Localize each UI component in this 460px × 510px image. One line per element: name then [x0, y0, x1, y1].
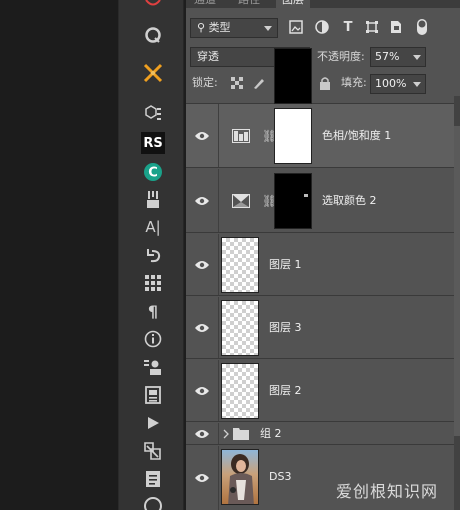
- smart-object-filter-icon[interactable]: [388, 19, 404, 35]
- layer-row[interactable]: 图层 1: [186, 234, 454, 296]
- lock-label: 锁定:: [192, 76, 218, 89]
- layer-filter-label: 类型: [208, 21, 231, 34]
- layer-thumbnail[interactable]: [221, 363, 259, 419]
- layer-name[interactable]: 选取颜色 2: [322, 194, 377, 208]
- brush-crossed-icon[interactable]: [142, 62, 164, 84]
- eye-icon[interactable]: [186, 423, 219, 444]
- layer-mask-thumbnail[interactable]: [274, 173, 312, 229]
- layer-thumbnail[interactable]: [221, 237, 259, 293]
- fill-input[interactable]: 100%: [370, 74, 426, 94]
- svg-text:C: C: [148, 166, 158, 181]
- canvas-area[interactable]: [0, 0, 118, 510]
- hue-saturation-icon: [232, 129, 250, 143]
- clone-source-icon[interactable]: [142, 356, 164, 378]
- layer-mask-thumbnail: [274, 48, 312, 104]
- photoshop-workspace: RS C A| ¶ ⚲ 类型 T 穿透 不透明度: 57% 锁定: 填充: 10…: [0, 0, 460, 510]
- eye-icon[interactable]: [186, 360, 219, 421]
- play-icon[interactable]: [142, 412, 164, 434]
- lock-image-pixels-icon[interactable]: [252, 76, 266, 90]
- eye-icon[interactable]: [186, 169, 219, 232]
- link-icon[interactable]: ⛓: [262, 194, 277, 208]
- panel-tabs: 通道 路径 图层: [186, 0, 460, 8]
- cube-list-icon[interactable]: [142, 102, 164, 124]
- eye-icon[interactable]: [186, 234, 219, 295]
- chevron-down-icon[interactable]: [413, 55, 421, 60]
- layer-mask-thumbnail[interactable]: [274, 108, 312, 164]
- eye-icon[interactable]: [186, 104, 219, 167]
- brushes-icon[interactable]: [142, 188, 164, 210]
- lock-transparent-pixels-icon[interactable]: [230, 76, 244, 90]
- eye-icon[interactable]: [186, 446, 219, 510]
- chevron-down-icon: [264, 26, 272, 31]
- type-filter-icon[interactable]: T: [340, 19, 356, 35]
- selective-color-icon: [232, 194, 250, 208]
- link-icon[interactable]: ⛓: [262, 129, 277, 143]
- pixel-filter-icon[interactable]: [288, 19, 304, 35]
- shape-filter-icon[interactable]: [364, 19, 380, 35]
- layers-list: ⛓ 色相/饱和度 1 ⛓ 选取颜色 2 图层 1 图层 3 图层 2 组 2 D…: [186, 48, 454, 510]
- fill-label: 填充:: [341, 76, 367, 89]
- eye-icon[interactable]: [186, 297, 219, 358]
- rs-plugin-icon[interactable]: RS: [141, 132, 165, 154]
- c-plugin-icon[interactable]: C: [142, 161, 164, 183]
- character-icon[interactable]: A|: [142, 216, 164, 238]
- scrollbar-thumb[interactable]: [454, 126, 460, 436]
- layer-row[interactable]: ⛓ 选取颜色 2: [186, 169, 454, 233]
- paragraph-label: ¶: [147, 301, 159, 321]
- paragraph-icon[interactable]: ¶: [142, 300, 164, 322]
- history-icon[interactable]: [142, 244, 164, 266]
- layers-scrollbar[interactable]: [454, 96, 460, 510]
- watermark: 爱创根知识网: [335, 482, 438, 501]
- opacity-input[interactable]: 57%: [370, 47, 426, 67]
- character-label: A|: [145, 218, 161, 236]
- layers-panel: 通道 路径 图层 ⚲ 类型 T 穿透 不透明度:: [186, 0, 460, 510]
- folder-icon: [233, 427, 249, 440]
- layer-group-row[interactable]: 组 2: [186, 423, 454, 445]
- layer-thumbnail[interactable]: [221, 300, 259, 356]
- fill-value: 100%: [375, 77, 407, 90]
- layer-row[interactable]: ⛓ 色相/饱和度 1: [186, 104, 454, 168]
- photo-thumbnail[interactable]: [221, 449, 259, 505]
- layer-filter-select[interactable]: ⚲ 类型: [190, 18, 278, 38]
- info-icon[interactable]: [142, 328, 164, 350]
- layer-row[interactable]: 图层 2: [186, 360, 454, 422]
- search-icon: ⚲: [197, 21, 206, 34]
- opacity-value: 57%: [375, 50, 400, 63]
- adjustment-filter-icon[interactable]: [314, 19, 330, 35]
- tab-channels[interactable]: 通道: [194, 0, 216, 8]
- blend-mode-value: 穿透: [197, 50, 219, 63]
- chevron-down-icon[interactable]: [413, 82, 421, 87]
- layer-name[interactable]: 图层 1: [269, 258, 302, 272]
- layer-row-partial[interactable]: [186, 48, 454, 104]
- lasso-icon[interactable]: [142, 0, 164, 8]
- layer-name[interactable]: DS3: [269, 470, 291, 484]
- tab-layers[interactable]: 图层: [276, 0, 310, 8]
- layer-name[interactable]: 组 2: [260, 427, 282, 441]
- tab-paths[interactable]: 路径: [238, 0, 260, 8]
- cc-libraries-icon[interactable]: [142, 496, 164, 510]
- tool-panel: RS C A| ¶: [118, 0, 184, 510]
- 3d-icon[interactable]: [142, 440, 164, 462]
- lasso-icon[interactable]: [142, 24, 164, 46]
- layer-name[interactable]: 图层 2: [269, 384, 302, 398]
- grid-icon[interactable]: [142, 272, 164, 294]
- opacity-label: 不透明度:: [317, 50, 365, 63]
- filter-toggle-icon[interactable]: [414, 19, 430, 35]
- rs-plugin-label: RS: [143, 135, 163, 151]
- layer-name[interactable]: 色相/饱和度 1: [322, 129, 391, 143]
- layer-row[interactable]: 图层 3: [186, 297, 454, 359]
- layer-name[interactable]: 图层 3: [269, 321, 302, 335]
- notes-icon[interactable]: [142, 384, 164, 406]
- document-icon[interactable]: [142, 468, 164, 490]
- chevron-right-icon[interactable]: [222, 428, 230, 440]
- lock-all-icon[interactable]: [318, 76, 332, 90]
